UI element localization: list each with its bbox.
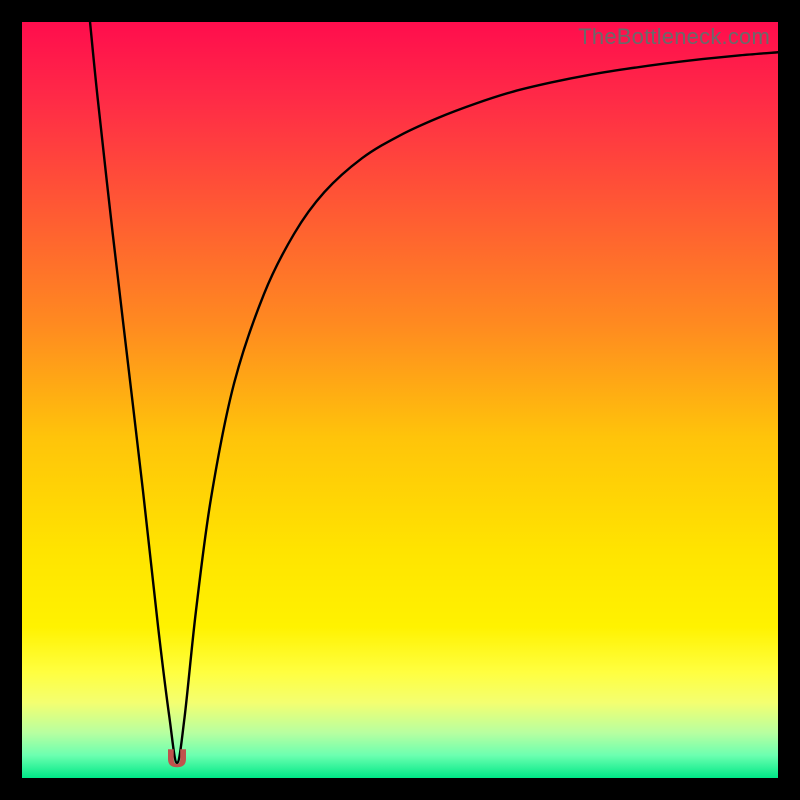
chart-frame: TheBottleneck.com (22, 22, 778, 778)
watermark-text: TheBottleneck.com (578, 24, 770, 50)
bottleneck-chart (22, 22, 778, 778)
